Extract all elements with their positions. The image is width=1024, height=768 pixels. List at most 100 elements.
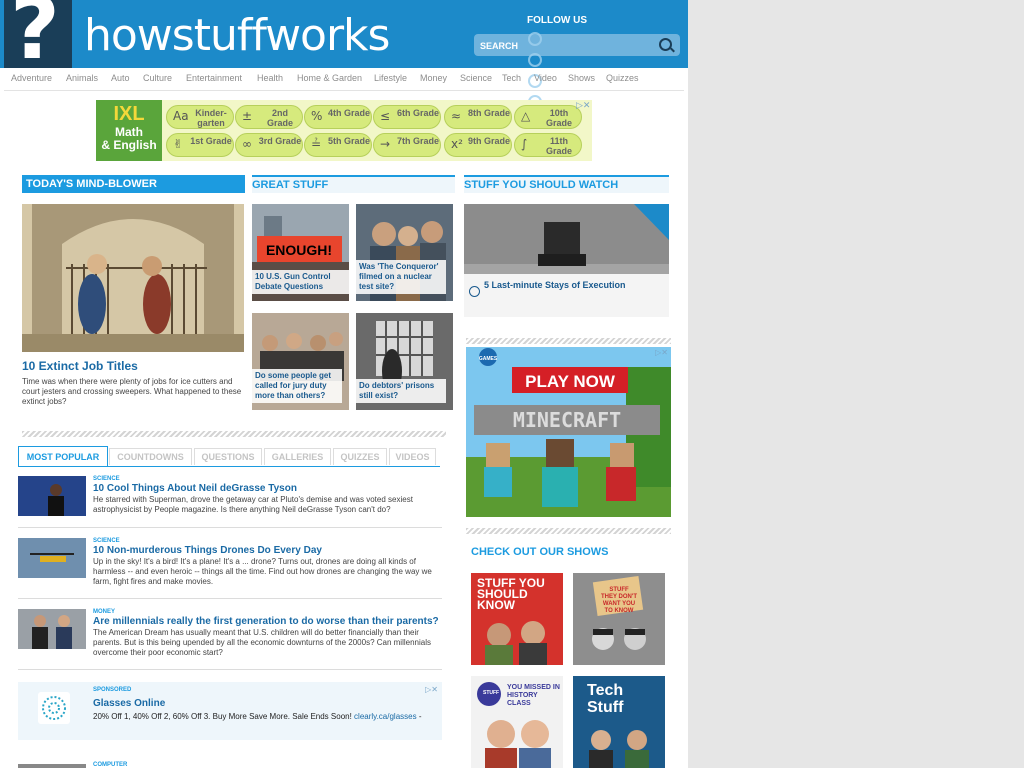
tab-questions[interactable]: QUESTIONS (194, 448, 262, 465)
grade-icon: → (380, 137, 391, 151)
nav-culture[interactable]: Culture (143, 73, 172, 83)
great-stuff-item-4[interactable]: Do debtors' prisons still exist? (356, 313, 453, 410)
article-thumbnail[interactable] (18, 476, 86, 516)
article-title[interactable]: Are millennials really the first generat… (93, 616, 439, 627)
divider-hatch (466, 528, 671, 534)
nav-health[interactable]: Health (257, 73, 283, 83)
article-category[interactable]: SCIENCE (93, 476, 120, 482)
enough-sign: ENOUGH! (266, 242, 332, 258)
great-stuff-header: GREAT STUFF (252, 175, 455, 193)
article-category[interactable]: MONEY (93, 609, 115, 615)
sponsored-text: 20% Off 1, 40% Off 2, 60% Off 3. Buy Mor… (93, 712, 352, 721)
great-stuff-caption-3: Do some people get called for jury duty … (252, 369, 342, 403)
logo-question-mark: ? (10, 0, 60, 79)
grade-label: 5th Grade (327, 136, 370, 146)
nav-shows[interactable]: Shows (568, 73, 595, 83)
nav-science[interactable]: Science (460, 73, 492, 83)
youtube-icon[interactable] (528, 53, 542, 67)
sponsored-title[interactable]: Glasses Online (93, 698, 165, 709)
article-thumbnail[interactable] (18, 609, 86, 649)
article-title[interactable]: 10 Cool Things About Neil deGrasse Tyson (93, 483, 297, 494)
great-stuff-item-2[interactable]: Was 'The Conqueror' filmed on a nuclear … (356, 204, 453, 301)
minecraft-ad[interactable]: PLAY NOW MINECRAFT GAMES ▷✕ (466, 347, 671, 517)
article-thumbnail[interactable] (18, 538, 86, 578)
nav-money[interactable]: Money (420, 73, 447, 83)
hero-title[interactable]: 10 Extinct Job Titles (22, 359, 138, 373)
logo-mark[interactable]: ? (4, 0, 72, 72)
logo-text[interactable]: howstuffworks (84, 14, 390, 58)
grade-label: Kinder-garten (195, 108, 227, 128)
nav-auto[interactable]: Auto (111, 73, 130, 83)
grade-icon: ≟ (311, 137, 322, 151)
grade-1st[interactable]: ✌ 1st Grade (166, 133, 234, 157)
minecraft-logo-text: MINECRAFT (513, 408, 621, 432)
grade-icon: % (311, 109, 323, 123)
nav-home-garden[interactable]: Home & Garden (297, 73, 362, 83)
grade-11th[interactable]: ∫ 11th Grade (514, 133, 582, 157)
great-stuff-caption-1: 10 U.S. Gun Control Debate Questions (252, 270, 349, 294)
sponsored-item[interactable]: SPONSORED Glasses Online 20% Off 1, 40% … (18, 682, 442, 740)
grade-2nd[interactable]: ±2nd Grade (235, 105, 303, 129)
grade-4th[interactable]: % 4th Grade (304, 105, 372, 129)
ad-close-icon[interactable]: ▷✕ (425, 685, 438, 694)
ixl-logo[interactable]: IXL Math & English (96, 100, 162, 161)
article-thumbnail[interactable] (18, 764, 86, 768)
search-input[interactable] (478, 37, 652, 55)
main-nav: Adventure Animals Auto Culture Entertain… (4, 68, 684, 91)
grade-icon: ± (242, 109, 253, 123)
grade-6th[interactable]: ≤6th Grade (373, 105, 441, 129)
search-icon[interactable] (659, 38, 672, 51)
grade-label: 4th Grade (327, 108, 370, 118)
ad-close-icon[interactable]: ▷✕ (576, 101, 590, 111)
show-tech-stuff[interactable]: Tech Stuff (573, 676, 665, 768)
grade-label: 2nd Grade (266, 108, 293, 128)
nav-lifestyle[interactable]: Lifestyle (374, 73, 407, 83)
clearly-logo[interactable] (38, 692, 70, 724)
facebook-icon[interactable] (528, 32, 542, 46)
grade-8th[interactable]: ≈8th Grade (444, 105, 512, 129)
ixl-ad-banner[interactable]: IXL Math & English Aa Kinder-garten ±2nd … (96, 100, 592, 161)
nav-video[interactable]: Video (534, 73, 557, 83)
article-separator (18, 669, 442, 670)
article-category[interactable]: SCIENCE (93, 538, 120, 544)
nav-adventure[interactable]: Adventure (11, 73, 52, 83)
ad-close-icon[interactable]: ▷✕ (655, 348, 668, 357)
grade-9th[interactable]: x² 9th Grade (444, 133, 512, 157)
search-box[interactable] (474, 34, 680, 56)
nav-quizzes[interactable]: Quizzes (606, 73, 639, 83)
article-title[interactable]: 10 Non-murderous Things Drones Do Every … (93, 545, 322, 556)
tab-most-popular[interactable]: MOST POPULAR (18, 446, 108, 467)
tab-galleries[interactable]: GALLERIES (264, 448, 331, 465)
site-header: ? howstuffworks FOLLOW US (0, 0, 688, 72)
show-stuff-you-missed-in-history-class[interactable]: STUFF YOU MISSED IN HISTORY CLASS (471, 676, 563, 768)
show-stuff-they-dont-want-you-to-know[interactable]: STUFF THEY DON'T WANT YOU TO KNOW (573, 573, 665, 665)
show-stuff-you-should-know[interactable]: STUFF YOU SHOULD KNOW (471, 573, 563, 665)
tab-videos[interactable]: VIDEOS (389, 448, 436, 465)
great-stuff-item-3[interactable]: Do some people get called for jury duty … (252, 313, 349, 410)
tab-quizzes[interactable]: QUIZZES (333, 448, 387, 465)
article-category[interactable]: COMPUTER (93, 762, 127, 768)
article-description: Up in the sky! It's a bird! It's a plane… (93, 557, 432, 586)
grade-5th[interactable]: ≟ 5th Grade (304, 133, 372, 157)
nav-animals[interactable]: Animals (66, 73, 98, 83)
grade-7th[interactable]: → 7th Grade (373, 133, 441, 157)
play-icon[interactable] (469, 286, 480, 297)
mind-blower-header: TODAY'S MIND-BLOWER (22, 175, 245, 193)
tab-countdowns[interactable]: COUNTDOWNS (109, 448, 192, 465)
grade-kindergarten[interactable]: Aa Kinder-garten (166, 105, 234, 129)
ixl-english: & English (101, 138, 157, 152)
sponsored-link[interactable]: clearly.ca/glasses (354, 712, 417, 721)
watch-video-card[interactable]: 5 Last-minute Stays of Execution (464, 204, 669, 317)
hero-image[interactable] (22, 204, 244, 352)
grade-icon: Aa (173, 109, 189, 123)
grade-3rd[interactable]: ∞ 3rd Grade (235, 133, 303, 157)
grade-icon: x² (451, 137, 463, 151)
nav-entertainment[interactable]: Entertainment (186, 73, 242, 83)
grade-icon: ∫ (521, 137, 528, 151)
grade-icon: ✌ (173, 137, 184, 151)
hero-description: Time was when there were plenty of jobs … (22, 377, 242, 406)
nav-tech[interactable]: Tech (502, 73, 521, 83)
article-description: He starred with Superman, drove the geta… (93, 495, 413, 514)
grade-10th[interactable]: △ 10th Grade (514, 105, 582, 129)
great-stuff-item-1[interactable]: ENOUGH! 10 U.S. Gun Control Debate Quest… (252, 204, 349, 301)
